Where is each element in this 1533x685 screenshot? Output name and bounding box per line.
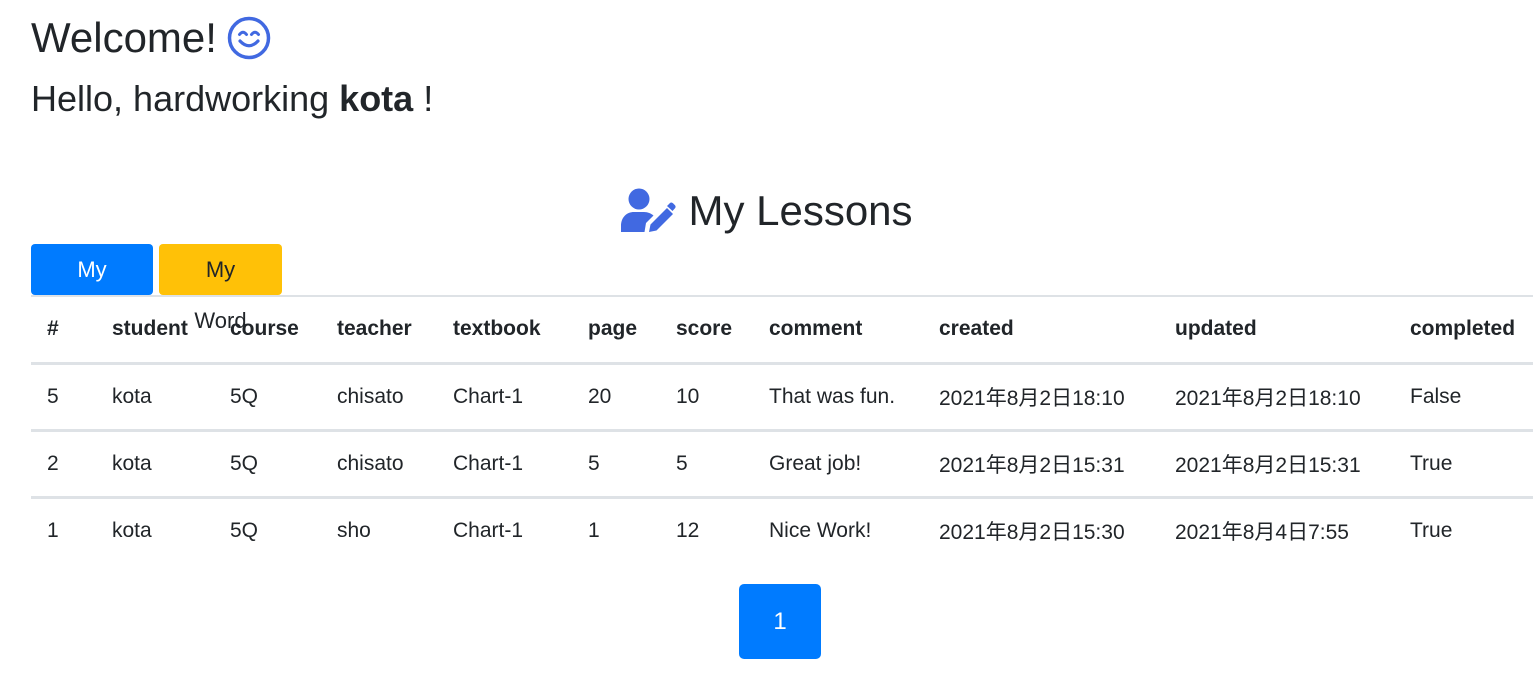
cell-teacher: sho bbox=[337, 519, 371, 543]
cell-course: 5Q bbox=[230, 519, 259, 543]
cell-id: 5 bbox=[31, 363, 96, 432]
cell-score: 5 bbox=[660, 430, 753, 499]
cell-textbook: Chart-1 bbox=[453, 519, 524, 543]
table-body: 5 kota 5Q chisato Chart-1 20 10 That was… bbox=[31, 363, 1533, 564]
column-header-created: created bbox=[923, 295, 1159, 365]
cell-created: 2021年8月2日15:30 bbox=[939, 521, 1125, 545]
lessons-title-text: My Lessons bbox=[688, 187, 913, 234]
cell-completed: True bbox=[1394, 430, 1533, 499]
cell-updated: 2021年8月2日15:31 bbox=[1159, 430, 1394, 499]
cell-completed: True bbox=[1410, 519, 1453, 543]
cell-updated: 2021年8月4日7:55 bbox=[1175, 521, 1349, 545]
user-edit-icon bbox=[621, 188, 677, 232]
cell-teacher: chisato bbox=[321, 363, 437, 432]
page: Welcome! Hello, hardworking kota ! My Le… bbox=[0, 0, 1533, 685]
cell-completed: False bbox=[1394, 363, 1533, 432]
greeting-prefix: Hello, hardworking bbox=[31, 78, 330, 119]
cell-student: kota bbox=[96, 363, 214, 432]
column-header-score: score bbox=[660, 295, 753, 365]
welcome-text: Welcome! bbox=[31, 14, 217, 61]
cell-student: kota bbox=[112, 519, 152, 543]
column-header-teacher: teacher bbox=[321, 295, 437, 365]
lesson-actions: My Chart My Word bbox=[31, 244, 282, 333]
cell-teacher: chisato bbox=[321, 430, 437, 499]
cell-student: kota bbox=[96, 430, 214, 499]
table-row: 2 kota 5Q chisato Chart-1 5 5 Great job!… bbox=[31, 430, 1533, 499]
column-header-completed: completed bbox=[1394, 295, 1533, 365]
column-header-course: course bbox=[214, 295, 321, 365]
cell-updated: 2021年8月2日18:10 bbox=[1159, 363, 1394, 432]
cell-comment: Nice Work! bbox=[769, 519, 872, 543]
cell-course: 5Q bbox=[214, 430, 321, 499]
table-header: # student course teacher textbook page s… bbox=[31, 295, 1533, 365]
cell-score: 10 bbox=[660, 363, 753, 432]
lessons-title: My Lessons bbox=[0, 184, 1533, 238]
username: kota bbox=[339, 78, 414, 119]
lessons-table: # student course teacher textbook page s… bbox=[31, 295, 1533, 564]
my-chart-button[interactable]: My Chart bbox=[31, 244, 153, 333]
column-header-comment: comment bbox=[753, 295, 923, 365]
cell-page: 1 bbox=[588, 519, 600, 543]
cell-created: 2021年8月2日18:10 bbox=[923, 363, 1159, 432]
cell-page: 20 bbox=[572, 363, 660, 432]
column-header-updated: updated bbox=[1159, 295, 1394, 365]
table-row: 5 kota 5Q chisato Chart-1 20 10 That was… bbox=[31, 363, 1533, 432]
cell-textbook: Chart-1 bbox=[437, 363, 572, 432]
cell-course: 5Q bbox=[214, 363, 321, 432]
greeting-line: Hello, hardworking kota ! bbox=[31, 76, 433, 122]
welcome-heading: Welcome! bbox=[31, 12, 271, 64]
cell-page: 5 bbox=[572, 430, 660, 499]
column-header-page: page bbox=[572, 295, 660, 365]
column-header-textbook: textbook bbox=[437, 295, 572, 365]
table-row: 1 kota 5Q sho Chart-1 1 12 Nice Work! 20… bbox=[31, 497, 1533, 564]
column-header-id: # bbox=[31, 295, 96, 365]
pagination-page-button[interactable]: 1 bbox=[739, 584, 821, 659]
cell-comment: Great job! bbox=[753, 430, 923, 499]
cell-created: 2021年8月2日15:31 bbox=[923, 430, 1159, 499]
cell-score: 12 bbox=[676, 519, 700, 543]
greeting-suffix: ! bbox=[423, 78, 434, 119]
column-header-student: student bbox=[96, 295, 214, 365]
smiling-face-icon bbox=[227, 16, 271, 60]
cell-comment: That was fun. bbox=[753, 363, 923, 432]
cell-textbook: Chart-1 bbox=[437, 430, 572, 499]
cell-id: 1 bbox=[47, 519, 59, 543]
cell-id: 2 bbox=[31, 430, 96, 499]
table-header-row: # student course teacher textbook page s… bbox=[31, 295, 1533, 365]
my-word-button[interactable]: My Word bbox=[159, 244, 282, 333]
